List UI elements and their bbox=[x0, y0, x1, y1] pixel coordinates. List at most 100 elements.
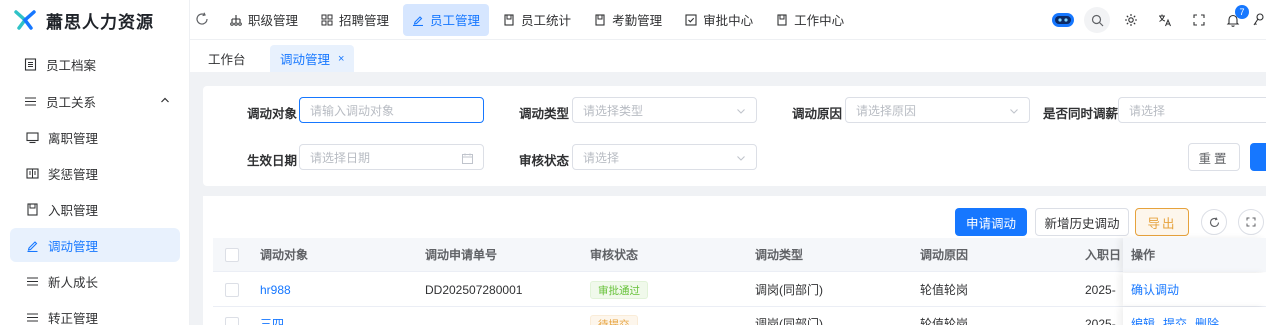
app-logo[interactable]: 蕭思人力资源 bbox=[0, 0, 189, 40]
calendar-icon bbox=[462, 153, 473, 164]
key-icon[interactable] bbox=[1252, 7, 1266, 33]
fullscreen-icon[interactable] bbox=[1186, 7, 1212, 33]
tab-transfer-management[interactable]: 调动管理 × bbox=[270, 45, 355, 72]
sidebar-item-label: 员工关系 bbox=[46, 95, 97, 110]
nav-label: 工作中心 bbox=[794, 14, 845, 28]
document-list-icon bbox=[22, 56, 38, 72]
tab-label: 调动管理 bbox=[280, 53, 331, 67]
status-cell: 待提交 bbox=[590, 307, 638, 325]
nav-work-center[interactable]: 工作中心 bbox=[767, 4, 853, 36]
checkbox-icon bbox=[685, 13, 697, 26]
submit-link[interactable]: 提交 bbox=[1163, 307, 1187, 325]
tab-workbench[interactable]: 工作台 bbox=[198, 45, 256, 72]
app-title: 蕭思人力资源 bbox=[46, 12, 154, 32]
nav-approval-center[interactable]: 审批中心 bbox=[676, 4, 762, 36]
menu-icon bbox=[24, 273, 40, 289]
nav-employee-management[interactable]: 员工管理 bbox=[403, 3, 490, 36]
pen-icon bbox=[24, 237, 40, 253]
row-checkbox[interactable] bbox=[225, 317, 239, 325]
status-badge: 待提交 bbox=[590, 315, 638, 325]
edit-link[interactable]: 编辑 bbox=[1131, 307, 1155, 325]
file-icon bbox=[594, 13, 606, 26]
transfer-reason-select[interactable]: 请选择原因 bbox=[845, 97, 1030, 123]
robot-assistant-icon[interactable] bbox=[1050, 7, 1076, 33]
status-cell: 审批通过 bbox=[590, 273, 648, 307]
sidebar: 蕭思人力资源 员工档案 员工关系 离职管理 奖惩管理 入职管理 调动管理 新人成… bbox=[0, 0, 190, 325]
nav-rank-management[interactable]: 职级管理 bbox=[221, 4, 307, 36]
sidebar-item-label: 离职管理 bbox=[48, 131, 99, 146]
nav-label: 职级管理 bbox=[248, 14, 299, 28]
sidebar-item-transfer[interactable]: 调动管理 bbox=[10, 228, 180, 262]
review-status-label: 审核状态 bbox=[519, 154, 570, 168]
export-button[interactable]: 导出 bbox=[1135, 208, 1189, 236]
transfer-target-link[interactable]: 三四 bbox=[260, 307, 284, 325]
column-header: 审核状态 bbox=[590, 248, 639, 262]
row-actions: 编辑 提交 删除 bbox=[1123, 307, 1266, 325]
grid-icon bbox=[321, 14, 333, 26]
input-placeholder: 请选择 bbox=[1129, 103, 1166, 118]
sidebar-item-resignation[interactable]: 离职管理 bbox=[10, 120, 180, 154]
sidebar-item-label: 奖惩管理 bbox=[48, 167, 99, 182]
notification-badge: 7 bbox=[1235, 5, 1249, 19]
nav-label: 员工管理 bbox=[430, 14, 481, 28]
table-header: 调动对象 调动申请单号 审核状态 调动类型 调动原因 入职日 操作 bbox=[213, 238, 1266, 272]
transfer-type: 调岗(同部门) bbox=[755, 283, 823, 297]
search-icon[interactable] bbox=[1084, 7, 1110, 33]
effective-date-picker[interactable]: 请选择日期 bbox=[299, 144, 484, 170]
sidebar-item-label: 员工档案 bbox=[46, 58, 97, 73]
sidebar-item-employee-relations[interactable]: 员工关系 bbox=[10, 84, 180, 118]
apply-transfer-button[interactable]: 申请调动 bbox=[955, 208, 1027, 236]
nav-label: 审批中心 bbox=[703, 14, 754, 28]
hire-date: 2025- bbox=[1085, 317, 1116, 325]
translate-icon[interactable] bbox=[1152, 7, 1178, 33]
transfer-type-select[interactable]: 请选择类型 bbox=[572, 97, 757, 123]
review-status-select[interactable]: 请选择 bbox=[572, 144, 757, 170]
expand-icon bbox=[1246, 217, 1256, 227]
sidebar-item-rewards[interactable]: 奖惩管理 bbox=[10, 156, 180, 190]
book-icon bbox=[24, 165, 40, 181]
refresh-table-button[interactable] bbox=[1201, 209, 1227, 235]
chevron-up-icon bbox=[160, 95, 170, 105]
filter-form: 调动对象 请输入调动对象 调动类型 请选择类型 调动原因 请选择原因 是否同时调… bbox=[203, 86, 1266, 186]
transfer-target-input[interactable]: 请输入调动对象 bbox=[299, 97, 484, 123]
transfer-type: 调岗(同部门) bbox=[755, 317, 823, 325]
column-header: 操作 bbox=[1131, 248, 1156, 262]
input-placeholder: 请输入调动对象 bbox=[310, 103, 395, 118]
logo-icon bbox=[14, 10, 36, 30]
nav-label: 考勤管理 bbox=[612, 14, 663, 28]
actions-header: 操作 bbox=[1123, 238, 1266, 272]
nav-attendance[interactable]: 考勤管理 bbox=[585, 4, 671, 36]
transfer-reason: 轮值轮岗 bbox=[920, 283, 969, 297]
sidebar-item-new-growth[interactable]: 新人成长 bbox=[10, 264, 180, 298]
fullscreen-table-button[interactable] bbox=[1238, 209, 1264, 235]
sidebar-item-onboarding[interactable]: 入职管理 bbox=[10, 192, 180, 226]
column-header: 入职日 bbox=[1085, 248, 1122, 262]
salary-adjust-select[interactable]: 请选择 bbox=[1118, 97, 1266, 123]
gear-icon[interactable] bbox=[1118, 7, 1144, 33]
nav-employee-stats[interactable]: 员工统计 bbox=[494, 4, 580, 36]
pen-icon bbox=[412, 14, 424, 26]
file-icon bbox=[503, 13, 515, 26]
add-history-transfer-button[interactable]: 新增历史调动 bbox=[1035, 208, 1129, 236]
status-badge: 审批通过 bbox=[590, 281, 648, 299]
close-icon[interactable]: × bbox=[338, 53, 344, 65]
top-navbar: 职级管理 招聘管理 员工管理 员工统计 考勤管理 审批中心 工作中心 7 bbox=[190, 0, 1266, 40]
sidebar-item-probation[interactable]: 转正管理 bbox=[10, 300, 180, 325]
bell-icon[interactable]: 7 bbox=[1220, 5, 1249, 33]
confirm-transfer-link[interactable]: 确认调动 bbox=[1131, 273, 1179, 307]
tab-label: 工作台 bbox=[208, 53, 246, 67]
search-button[interactable] bbox=[1250, 143, 1266, 171]
refresh-icon[interactable] bbox=[195, 12, 211, 28]
column-header: 调动申请单号 bbox=[425, 248, 498, 262]
nav-recruitment[interactable]: 招聘管理 bbox=[312, 4, 398, 36]
transfer-target-link[interactable]: hr988 bbox=[260, 273, 291, 307]
reset-button[interactable]: 重置 bbox=[1188, 143, 1240, 171]
nav-label: 员工统计 bbox=[521, 14, 572, 28]
input-placeholder: 请选择原因 bbox=[856, 103, 917, 118]
delete-link[interactable]: 删除 bbox=[1195, 307, 1219, 325]
sidebar-item-employee-archive[interactable]: 员工档案 bbox=[10, 47, 180, 81]
row-checkbox[interactable] bbox=[225, 283, 239, 297]
select-all-checkbox[interactable] bbox=[225, 248, 239, 262]
refresh-icon bbox=[1209, 216, 1220, 228]
sidebar-item-label: 调动管理 bbox=[48, 239, 99, 254]
